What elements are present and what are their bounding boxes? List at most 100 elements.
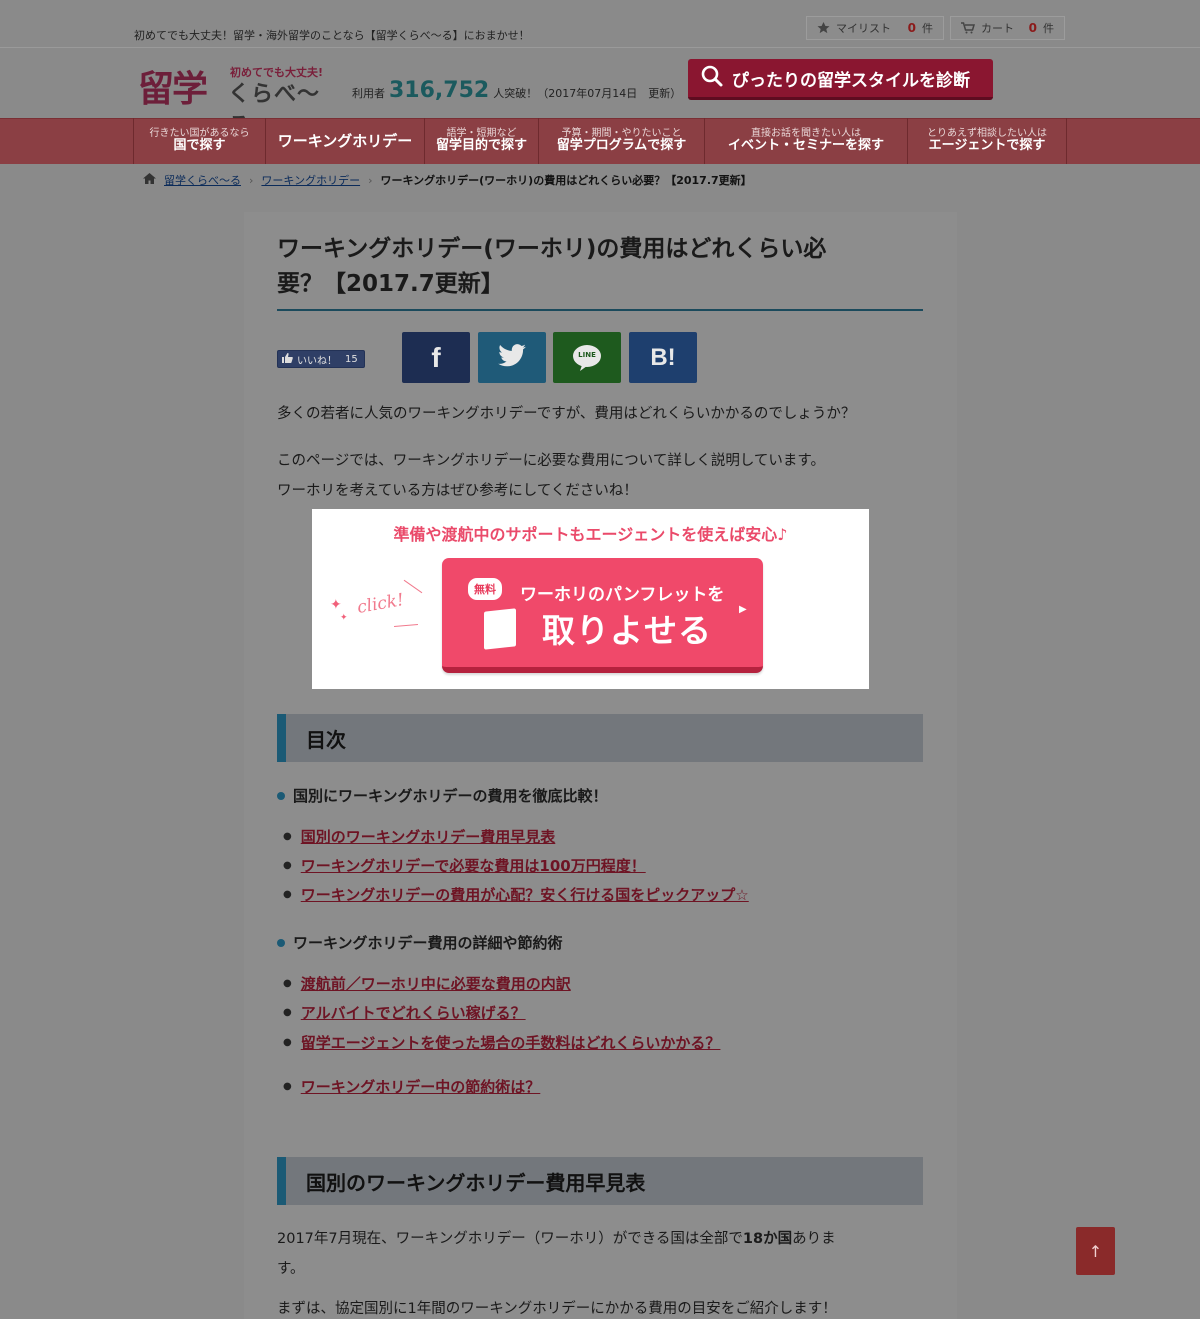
nav-main: エージェントで探す [928, 138, 1046, 154]
toc-link-text[interactable]: ワーキングホリデー中の節約術は？ [301, 1076, 541, 1097]
nav-main: 留学プログラムで探す [556, 138, 687, 154]
toc-link-text[interactable]: 留学エージェントを使った場合の手数料はどれくらいかかる？ [301, 1032, 721, 1053]
nav-main: ワーキングホリデー [277, 131, 413, 150]
toc-section-label: ワーキングホリデー費用の詳細や節約術 [293, 934, 563, 952]
toc-link-text[interactable]: 国別のワーキングホリデー費用早見表 [301, 826, 556, 847]
share-twitter-button[interactable] [478, 332, 546, 383]
like-label: いいね！ [297, 355, 337, 367]
star-icon [817, 22, 830, 34]
bullet-icon: ● [283, 978, 292, 989]
line-icon: LINE [572, 344, 602, 372]
bullet-icon: ● [283, 1081, 292, 1092]
toc-link[interactable]: ● 国別のワーキングホリデー費用早見表 [283, 826, 555, 847]
para-text: 2017年7月現在、ワーキングホリデー（ワーホリ）ができる国は全部で [277, 1231, 743, 1247]
breadcrumb-section-link[interactable]: ワーキングホリデー [261, 172, 360, 188]
book-icon [484, 608, 516, 650]
free-badge: 無料 [468, 578, 502, 600]
hatena-icon: B! [650, 343, 676, 371]
page-title: ワーキングホリデー(ワーホリ)の費用はどれくらい必 要？【2017.7更新】 [277, 232, 917, 301]
toc-link[interactable]: ● 留学エージェントを使った場合の手数料はどれくらいかかる？ [283, 1032, 720, 1053]
nav-program[interactable]: 予算・期間・やりたいこと 留学プログラムで探す [538, 118, 704, 164]
toc-link[interactable]: ● ワーキングホリデー中の節約術は？ [283, 1076, 540, 1097]
nav-working-holiday[interactable]: ワーキングホリデー [265, 118, 424, 164]
title-divider [277, 309, 923, 311]
intro-line-2: ワーホリを考えている方はぜひ参考にしてくださいね！ [277, 483, 638, 499]
section-heading: 国別のワーキングホリデー費用早見表 [277, 1157, 923, 1205]
title-line-2: 要？【2017.7更新】 [277, 270, 504, 297]
bullet-icon: ● [283, 1007, 292, 1018]
bullet-icon: ● [283, 1037, 292, 1048]
bullet-icon: ● [283, 831, 292, 842]
users-prefix: 利用者 [352, 87, 385, 100]
home-icon [143, 173, 156, 187]
toc-link-text[interactable]: ワーキングホリデーで必要な費用は100万円程度！ [301, 855, 646, 876]
site-tagline: 初めてでも大丈夫！留学・海外留学のことなら【留学くらべ〜る】におまかせ！ [134, 29, 530, 42]
cart-label: カート [981, 22, 1014, 35]
bullet-icon [277, 938, 285, 947]
banner-headline: 準備や渡航中のサポートもエージェントを使えば安心♪ [393, 525, 788, 544]
diagnose-button[interactable]: ぴったりの留学スタイルを診断 [688, 59, 993, 100]
toc-link[interactable]: ● ワーキングホリデーの費用が心配？安く行ける国をピックアップ☆ [283, 884, 749, 905]
toc-link[interactable]: ● アルバイトでどれくらい稼げる？ [283, 1002, 526, 1023]
toc-link[interactable]: ● 渡航前／ワーホリ中に必要な費用の内訳 [283, 973, 571, 994]
toc-section-1: 国別にワーキングホリデーの費用を徹底比較！ [277, 785, 608, 806]
like-count: 15 [345, 353, 358, 365]
cart-icon [961, 22, 975, 34]
breadcrumb-current: ワーキングホリデー(ワーホリ)の費用はどれくらい必要？【2017.7更新】 [380, 174, 752, 187]
facebook-like-button[interactable]: いいね！ 15 [277, 350, 365, 368]
users-suffix: 人突破！（2017年07月14日 更新） [493, 87, 682, 100]
nav-country[interactable]: 行きたい国があるなら 国で探す [133, 118, 265, 164]
breadcrumb: 留学くらべ〜る › ワーキングホリデー › ワーキングホリデー(ワーホリ)の費用… [143, 172, 752, 188]
cart-count: 0 [1028, 21, 1037, 35]
click-text: click! [355, 590, 406, 618]
section-paragraph-1: 2017年7月現在、ワーキングホリデー（ワーホリ）ができる国は全部で18か国あり… [277, 1224, 836, 1284]
nav-purpose[interactable]: 語学・短期など 留学目的で探す [424, 118, 538, 164]
search-icon [700, 64, 724, 93]
para-text: ありま [792, 1231, 836, 1247]
pamphlet-banner[interactable]: 準備や渡航中のサポートもエージェントを使えば安心♪ ✦ ✦ click! 無料 … [312, 509, 869, 689]
nav-main: 留学目的で探す [435, 138, 527, 154]
mylist-count: 0 [907, 21, 916, 35]
nav-main: 国で探す [173, 138, 226, 154]
bullet-icon: ● [283, 860, 292, 871]
cart-button[interactable]: カート 0 件 [950, 16, 1065, 40]
intro-paragraph-2: このページでは、ワーキングホリデーに必要な費用について詳しく説明しています。 ワ… [277, 446, 825, 506]
site-logo[interactable]: 留学 初めてでも大丈夫! くらべ〜る [138, 62, 338, 139]
nav-agent[interactable]: とりあえず相談したい人は エージェントで探す [907, 118, 1067, 164]
intro-paragraph-1: 多くの若者に人気のワーキングホリデーですが、費用はどれくらいかかるのでしょうか？ [277, 406, 856, 422]
logo-main: 留学 [138, 69, 208, 110]
mylist-label: マイリスト [836, 22, 891, 35]
mylist-button[interactable]: マイリスト 0 件 [806, 16, 944, 40]
decor-line [403, 579, 423, 594]
nav-event[interactable]: 直接お話を聞きたい人は イベント・セミナーを探す [704, 118, 907, 164]
thumbs-up-icon [282, 352, 293, 366]
cta-line-2: 取りよせる [542, 611, 712, 650]
twitter-icon [498, 344, 526, 371]
toc-section-label: 国別にワーキングホリデーの費用を徹底比較！ [293, 787, 608, 805]
sparkle-icon: ✦ [340, 613, 348, 623]
toc-link-text[interactable]: 渡航前／ワーホリ中に必要な費用の内訳 [301, 973, 571, 994]
chevron-right-icon: › [249, 173, 254, 187]
toc-link-text[interactable]: アルバイトでどれくらい稼げる？ [301, 1002, 526, 1023]
chevron-right-icon: › [368, 173, 373, 187]
toc-link-text[interactable]: ワーキングホリデーの費用が心配？安く行ける国をピックアップ☆ [301, 884, 749, 905]
breadcrumb-home-link[interactable]: 留学くらべ〜る [164, 172, 241, 188]
share-line-button[interactable]: LINE [553, 332, 621, 383]
share-facebook-button[interactable]: f [402, 332, 470, 383]
page-top-button[interactable]: ↑ [1076, 1227, 1115, 1275]
users-number: 316,752 [389, 78, 490, 103]
mylist-unit: 件 [922, 22, 933, 35]
toc-link[interactable]: ● ワーキングホリデーで必要な費用は100万円程度！ [283, 855, 646, 876]
decor-line [394, 623, 418, 628]
para-emphasis: 18か国 [742, 1231, 793, 1247]
bullet-icon: ● [283, 889, 292, 900]
intro-line-1: このページでは、ワーキングホリデーに必要な費用について詳しく説明しています。 [277, 453, 825, 469]
share-hatena-button[interactable]: B! [629, 332, 697, 383]
section-paragraph-2: まずは、協定国別に1年間のワーキングホリデーにかかる費用の目安をご紹介します！ [277, 1301, 837, 1317]
pamphlet-cta-button[interactable]: 無料 ワーホリのパンフレットを 取りよせる ▶ [442, 558, 763, 673]
bullet-icon [277, 791, 285, 800]
user-count: 利用者 316,752 人突破！（2017年07月14日 更新） [352, 78, 681, 103]
nav-main: イベント・セミナーを探す [727, 138, 884, 154]
para-text: す。 [277, 1261, 305, 1277]
cta-line-1: ワーホリのパンフレットを [520, 585, 725, 605]
